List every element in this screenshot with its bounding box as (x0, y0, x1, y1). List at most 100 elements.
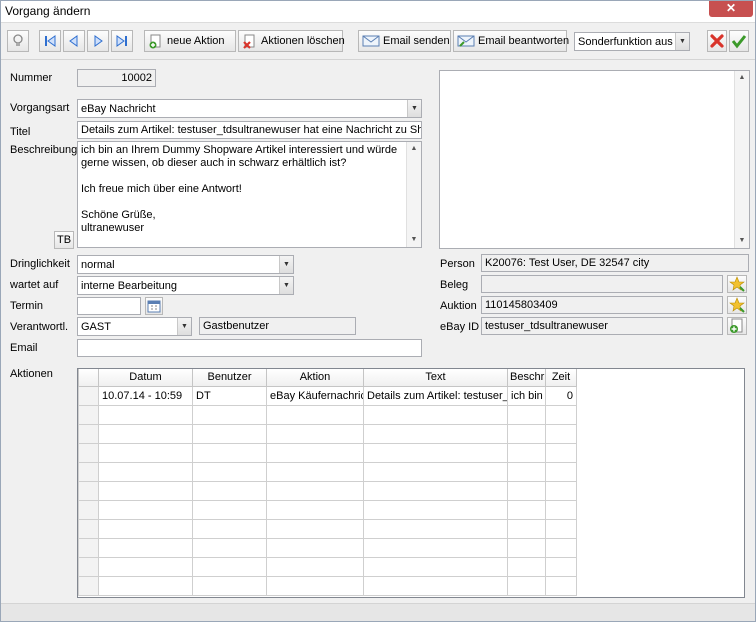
new-action-button[interactable]: neue Aktion (144, 30, 236, 52)
special-function-value: Sonderfunktion aus (578, 36, 673, 48)
chevron-down-icon: ▼ (407, 100, 421, 117)
wartet-auf-select[interactable]: interne Bearbeitung ▼ (77, 276, 294, 295)
beschreibung-textarea[interactable]: ich bin an Ihrem Dummy Shopware Artikel … (77, 141, 422, 248)
table-row-empty[interactable] (78, 556, 577, 577)
beschreibung-line: ich bin an Ihrem Dummy Shopware Artikel … (81, 144, 398, 156)
delete-actions-button[interactable]: Aktionen löschen (238, 30, 345, 52)
column-header-text[interactable]: Text (363, 369, 508, 387)
table-row-empty[interactable] (78, 575, 577, 596)
last-record-button[interactable] (111, 30, 133, 52)
vorgangsart-select[interactable]: eBay Nachricht ▼ (77, 99, 422, 118)
column-header-benutzer[interactable]: Benutzer (192, 369, 267, 387)
beleg-label: Beleg (440, 279, 469, 291)
column-header-zeit[interactable]: Zeit (545, 369, 577, 387)
scroll-down-icon[interactable]: ▼ (407, 233, 421, 247)
reply-email-button[interactable]: Email beantworten (453, 30, 570, 52)
column-header-beschr[interactable]: Beschr (507, 369, 546, 387)
titel-input[interactable]: Details zum Artikel: testuser_tdsultrane… (77, 121, 422, 139)
table-row-empty[interactable] (78, 404, 577, 425)
next-record-button[interactable] (87, 30, 109, 52)
ebay-id-field: testuser_tdsultranewuser (481, 317, 723, 335)
person-field: K20076: Test User, DE 32547 city (481, 254, 749, 272)
chevron-down-icon: ▼ (279, 277, 293, 294)
chevron-down-icon: ▼ (177, 318, 191, 335)
beschreibung-line (81, 170, 418, 183)
table-row-empty[interactable] (78, 423, 577, 444)
cell-beschr[interactable]: ich bin (507, 385, 546, 406)
confirm-button[interactable] (729, 30, 749, 52)
beleg-search-button[interactable] (727, 275, 747, 293)
scroll-down-icon[interactable]: ▼ (735, 234, 749, 248)
beschreibung-label: Beschreibung (10, 144, 78, 156)
dringlichkeit-label: Dringlichkeit (10, 258, 70, 270)
termin-label: Termin (10, 300, 44, 312)
table-row-empty[interactable] (78, 442, 577, 463)
previous-icon (69, 35, 78, 47)
column-header-aktion[interactable]: Aktion (266, 369, 364, 387)
first-icon (45, 35, 56, 47)
ebay-id-add-button[interactable] (727, 317, 747, 335)
table-row-empty[interactable] (78, 480, 577, 501)
table-row-empty[interactable] (78, 499, 577, 520)
cell-text[interactable]: Details zum Artikel: testuser_t (363, 385, 508, 406)
reply-email-label: Email beantworten (478, 35, 570, 47)
window-close-button[interactable]: ✕ (709, 1, 753, 17)
send-email-button[interactable]: Email senden (358, 30, 451, 52)
title-bar: Vorgang ändern ✕ (1, 1, 755, 23)
table-row[interactable]: 10.07.14 - 10:59 DT eBay Käufernachric D… (78, 385, 577, 406)
preview-scrollbar[interactable]: ▲ ▼ (734, 71, 749, 248)
beschreibung-line: gerne wissen, ob dieser auch in schwarz … (81, 157, 347, 169)
wartet-auf-value: interne Bearbeitung (81, 280, 178, 292)
verantwortl-label: Verantwortl. (10, 321, 69, 333)
calendar-button[interactable] (145, 297, 163, 315)
chevron-down-icon: ▼ (675, 33, 689, 50)
table-row-empty[interactable] (78, 461, 577, 482)
send-email-label: Email senden (383, 35, 450, 47)
dringlichkeit-select[interactable]: normal ▼ (77, 255, 294, 274)
hint-button[interactable] (7, 30, 29, 52)
toolbar: neue Aktion Aktionen löschen Email sende… (1, 23, 755, 60)
cancel-button[interactable] (707, 30, 727, 52)
auktion-search-button[interactable] (727, 296, 747, 314)
table-header-row: Datum Benutzer Aktion Text Beschr Zeit (78, 369, 577, 387)
termin-input[interactable] (77, 297, 141, 315)
calendar-icon (147, 300, 161, 313)
add-document-icon (730, 318, 743, 333)
titel-label: Titel (10, 126, 31, 138)
cell-datum[interactable]: 10.07.14 - 10:59 (98, 385, 193, 406)
verantwortl-value: GAST (81, 321, 111, 333)
add-document-icon (149, 34, 161, 49)
beschreibung-line: ultranewuser (81, 222, 144, 234)
verantwortl-select[interactable]: GAST ▼ (77, 317, 192, 336)
table-row-empty[interactable] (78, 518, 577, 539)
email-input[interactable] (77, 339, 422, 357)
table-row-empty[interactable] (78, 537, 577, 558)
cell-zeit[interactable]: 0 (545, 385, 577, 406)
special-function-select[interactable]: Sonderfunktion aus ▼ (574, 32, 690, 51)
column-header-datum[interactable]: Datum (98, 369, 193, 387)
cell-benutzer[interactable]: DT (192, 385, 267, 406)
beschreibung-line: Ich freue mich über eine Antwort! (81, 183, 242, 195)
nummer-field: 10002 (77, 69, 156, 87)
aktionen-label: Aktionen (10, 368, 53, 380)
delete-actions-label: Aktionen löschen (261, 35, 345, 47)
vorgangsart-value: eBay Nachricht (81, 103, 156, 115)
close-icon: ✕ (725, 1, 737, 15)
scroll-up-icon[interactable]: ▲ (735, 71, 749, 85)
first-record-button[interactable] (39, 30, 61, 52)
wartet-auf-label: wartet auf (10, 279, 59, 291)
tb-button[interactable]: TB (54, 231, 74, 249)
search-star-icon (729, 276, 745, 292)
auktion-label: Auktion (440, 300, 477, 312)
previous-record-button[interactable] (63, 30, 85, 52)
row-indicator-header (78, 369, 99, 387)
scroll-up-icon[interactable]: ▲ (407, 142, 421, 156)
verantwortl-name-field: Gastbenutzer (199, 317, 356, 335)
next-icon (94, 35, 103, 47)
row-indicator[interactable] (78, 385, 99, 406)
preview-area[interactable]: ▲ ▼ (439, 70, 750, 249)
actions-table: Datum Benutzer Aktion Text Beschr Zeit 1… (77, 368, 745, 598)
beschreibung-scrollbar[interactable]: ▲ ▼ (406, 142, 421, 247)
beschreibung-line: Schöne Grüße, (81, 209, 156, 221)
cell-aktion[interactable]: eBay Käufernachric (266, 385, 364, 406)
